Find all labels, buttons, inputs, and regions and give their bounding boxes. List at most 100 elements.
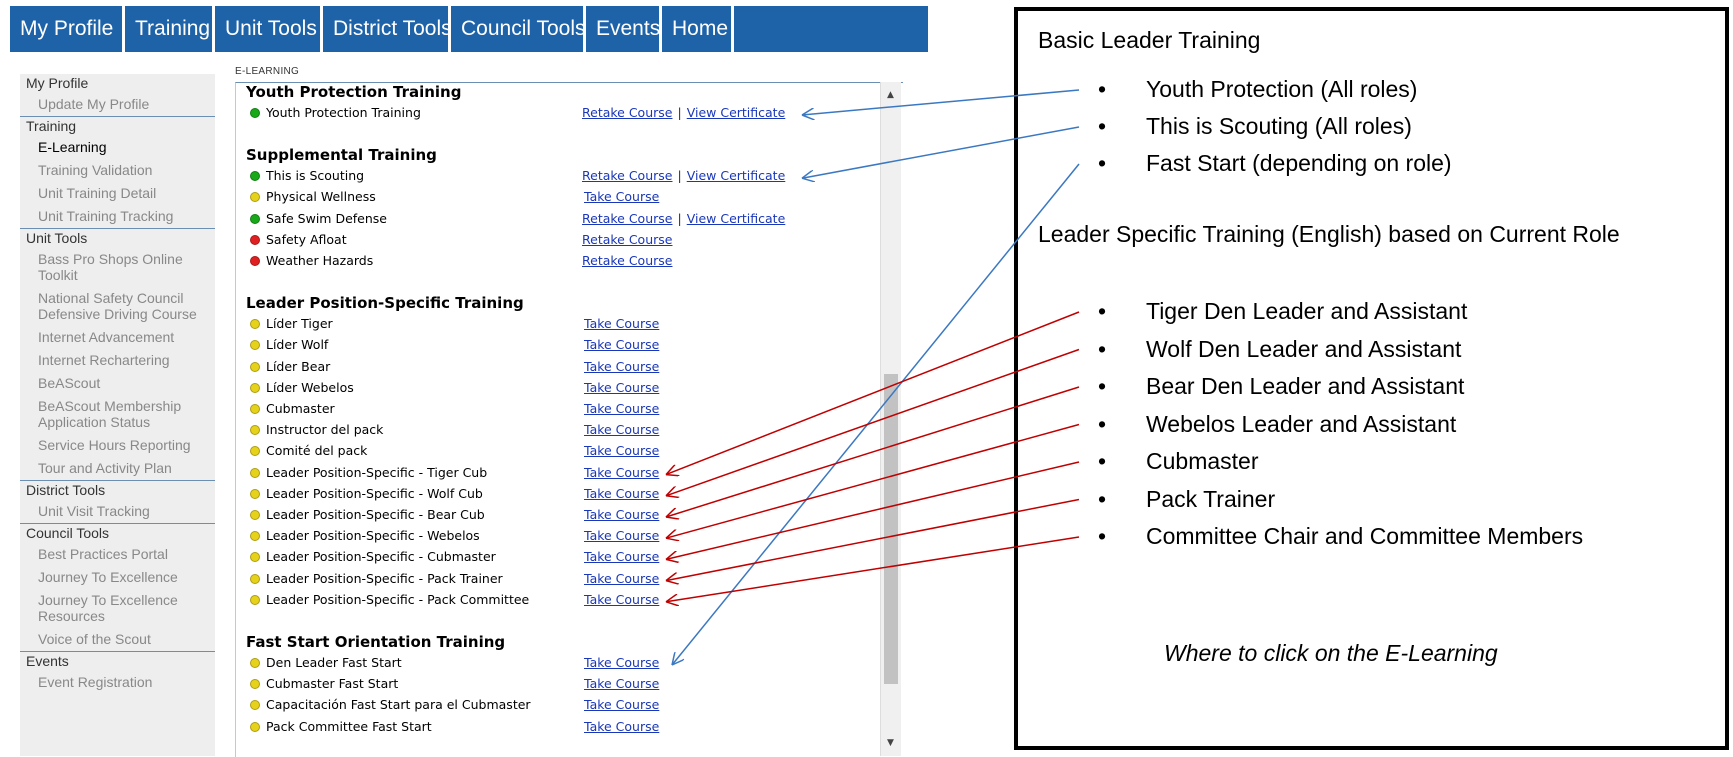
take-course-link[interactable]: Take Course [584, 401, 659, 416]
course-row: Physical Wellness [250, 189, 376, 209]
retake-course-link[interactable]: Retake Course [582, 211, 672, 226]
retake-course-link[interactable]: Retake Course [582, 168, 672, 183]
nav-tab-home[interactable]: Home [662, 6, 734, 52]
course-links: Take Course [584, 571, 659, 586]
sidebar-section-training[interactable]: Training [20, 116, 215, 136]
sidebar-section-events[interactable]: Events [20, 651, 215, 671]
take-course-link[interactable]: Take Course [584, 380, 659, 395]
course-name: Leader Position-Specific - Webelos [266, 528, 480, 544]
sidebar-item-journey-to-excellence[interactable]: Journey To Excellence [20, 566, 215, 589]
sidebar-item-internet-rechartering[interactable]: Internet Rechartering [20, 349, 215, 372]
top-navigation: My Profile Training Unit Tools District Too… [10, 6, 928, 52]
sidebar-section-council-tools[interactable]: Council Tools [20, 523, 215, 543]
take-course-link[interactable]: Take Course [584, 359, 659, 374]
view-certificate-link[interactable]: View Certificate [687, 168, 786, 183]
nav-tab-my-profile[interactable]: My Profile [10, 6, 125, 52]
sidebar-section-district-tools[interactable]: District Tools [20, 480, 215, 500]
take-course-link[interactable]: Take Course [584, 571, 659, 586]
take-course-link[interactable]: Take Course [584, 697, 659, 712]
course-row: Líder Wolf [250, 337, 328, 357]
take-course-link[interactable]: Take Course [584, 655, 659, 670]
course-name: Capacitación Fast Start para el Cubmaste… [266, 697, 531, 713]
bullet-icon: • [1098, 113, 1107, 139]
sidebar-item-voice-of-the-scout[interactable]: Voice of the Scout [20, 628, 215, 651]
sidebar-item-best-practices-portal[interactable]: Best Practices Portal [20, 543, 215, 566]
course-name: Leader Position-Specific - Bear Cub [266, 507, 485, 522]
course-name: Leader Position-Specific - Pack Trainer [266, 570, 503, 586]
status-yellow-icon [250, 446, 260, 457]
take-course-link[interactable]: Take Course [584, 507, 659, 522]
status-yellow-icon [250, 319, 260, 330]
nav-tab-council-tools[interactable]: Council Tools [451, 6, 586, 52]
bullet-text: Pack Trainer [1146, 485, 1276, 512]
take-course-link[interactable]: Take Course [584, 443, 659, 458]
course-name: Líder Bear [266, 358, 331, 374]
sidebar-item-event-registration[interactable]: Event Registration [20, 671, 215, 694]
course-row: Leader Position-Specific - Tiger Cub [250, 465, 487, 485]
course-links: Take Course [584, 719, 659, 734]
sidebar-item-national-safety-council-defensive-driving-course[interactable]: National Safety Council Defensive Drivin… [20, 287, 215, 326]
status-red-icon [250, 256, 260, 266]
take-course-link[interactable]: Take Course [584, 337, 659, 352]
nav-tab-unit-tools[interactable]: Unit Tools [215, 6, 323, 52]
nav-tab-training[interactable]: Training [125, 6, 215, 52]
status-yellow-icon [250, 658, 260, 668]
view-certificate-link[interactable]: View Certificate [687, 105, 786, 120]
sidebar-item-beascout[interactable]: BeAScout [20, 372, 215, 395]
sidebar-item-unit-visit-tracking[interactable]: Unit Visit Tracking [20, 500, 215, 523]
sidebar-item-training-validation[interactable]: Training Validation [20, 159, 215, 182]
retake-course-link[interactable]: Retake Course [582, 232, 672, 247]
take-course-link[interactable]: Take Course [584, 592, 659, 607]
take-course-link[interactable]: Take Course [584, 528, 659, 543]
course-name: Den Leader Fast Start [266, 655, 402, 670]
course-links: Take Course [584, 676, 659, 691]
sidebar-item-unit-training-tracking[interactable]: Unit Training Tracking [20, 205, 215, 228]
scrollbar-thumb[interactable] [884, 374, 898, 684]
sidebar-item-unit-training-detail[interactable]: Unit Training Detail [20, 182, 215, 205]
nav-tab-district-tools[interactable]: District Tools [323, 6, 452, 52]
sidebar-section-unit-tools[interactable]: Unit Tools [20, 228, 215, 248]
take-course-link[interactable]: Take Course [584, 316, 659, 331]
course-links: Take Course [584, 380, 659, 395]
bullet-text: Wolf Den Leader and Assistant [1146, 335, 1462, 362]
sidebar-item-tour-and-activity-plan[interactable]: Tour and Activity Plan [20, 457, 215, 480]
scroll-down-icon[interactable]: ▼ [887, 738, 894, 748]
take-course-link[interactable]: Take Course [584, 549, 659, 564]
callout-box: Basic Leader Training • Youth Protection … [1014, 7, 1729, 750]
course-links: Take Course [584, 189, 659, 204]
take-course-link[interactable]: Take Course [584, 422, 659, 437]
course-name: Líder Tiger [266, 316, 333, 332]
sidebar-item-journey-to-excellence-resources[interactable]: Journey To Excellence Resources [20, 589, 215, 628]
sidebar-item-internet-advancement[interactable]: Internet Advancement [20, 326, 215, 349]
course-row: Safe Swim Defense [250, 211, 387, 231]
take-course-link[interactable]: Take Course [584, 719, 659, 734]
bullet-text: Tiger Den Leader and Assistant [1146, 298, 1468, 324]
take-course-link[interactable]: Take Course [584, 486, 659, 501]
course-links: Take Course [584, 337, 659, 352]
course-links: Take Course [584, 316, 659, 331]
nav-tab-events[interactable]: Events [586, 6, 662, 52]
retake-course-link[interactable]: Retake Course [582, 105, 672, 120]
sidebar-section-my-profile[interactable]: My Profile [20, 74, 215, 93]
take-course-link[interactable]: Take Course [584, 189, 659, 204]
take-course-link[interactable]: Take Course [584, 465, 659, 480]
sidebar-item-service-hours-reporting[interactable]: Service Hours Reporting [20, 434, 215, 457]
sidebar-item-beascout-membership-application-status[interactable]: BeAScout Membership Application Status [20, 395, 215, 434]
course-links: Take Course [584, 528, 659, 543]
scrollbar[interactable]: ▲ ▼ [880, 82, 901, 756]
status-yellow-icon [250, 721, 260, 732]
sidebar-item-e-learning[interactable]: E-Learning [20, 136, 215, 159]
take-course-link[interactable]: Take Course [584, 676, 659, 691]
course-links: Take Course [584, 359, 659, 374]
course-row: Leader Position-Specific - Pack Committe… [250, 592, 529, 612]
status-yellow-icon [250, 510, 260, 520]
bullet-text: Cubmaster [1146, 448, 1259, 474]
course-links: Take Course [584, 592, 659, 607]
sidebar-item-bass-pro-shops-online-toolkit[interactable]: Bass Pro Shops Online Toolkit [20, 248, 215, 287]
view-certificate-link[interactable]: View Certificate [687, 211, 786, 226]
sidebar-item-update-my-profile[interactable]: Update My Profile [20, 93, 215, 116]
course-row: Líder Webelos [250, 380, 354, 400]
scroll-up-icon[interactable]: ▲ [887, 90, 894, 100]
course-name: Safety Afloat [266, 231, 347, 247]
retake-course-link[interactable]: Retake Course [582, 253, 672, 268]
